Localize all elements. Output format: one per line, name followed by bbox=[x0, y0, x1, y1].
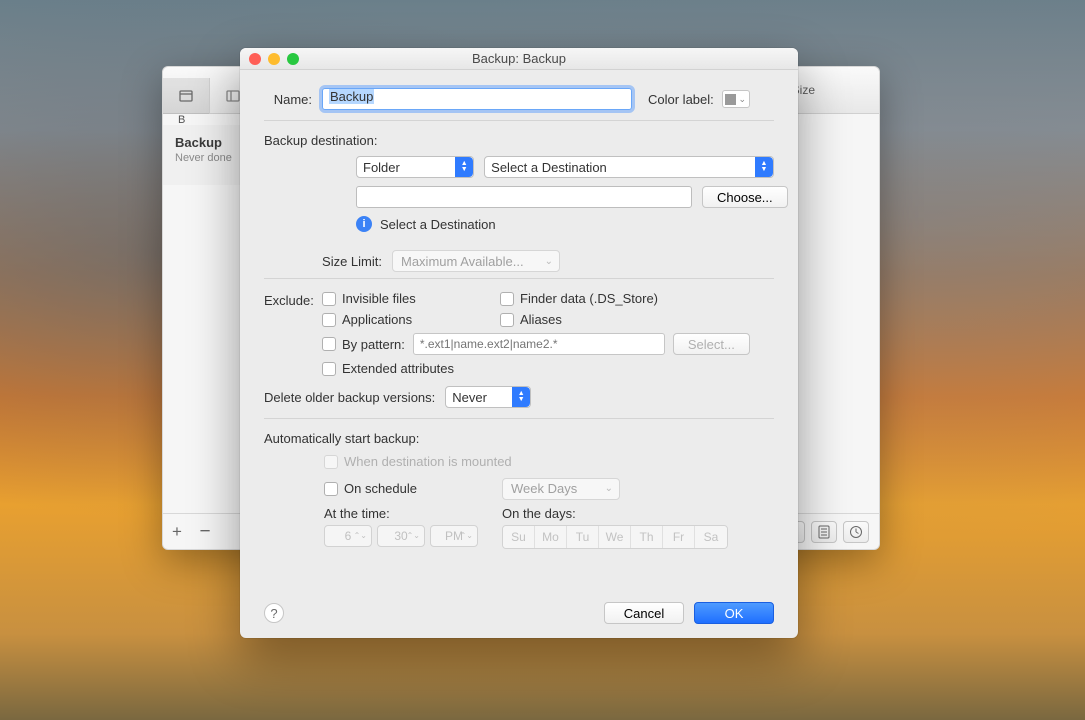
exclude-bypattern-checkbox[interactable]: By pattern: bbox=[322, 337, 405, 352]
add-button[interactable]: + bbox=[163, 522, 191, 542]
destination-select-popup[interactable]: Select a Destination▲▼ bbox=[484, 156, 774, 178]
ok-button[interactable]: OK bbox=[694, 602, 774, 624]
page-icon bbox=[818, 525, 830, 539]
box-icon bbox=[178, 88, 194, 104]
destination-label: Backup destination: bbox=[264, 133, 774, 148]
day-mo[interactable]: Mo bbox=[535, 526, 567, 548]
exclude-label: Exclude: bbox=[264, 291, 322, 308]
sidebar-item-subtitle: Never done bbox=[175, 152, 233, 164]
clock-icon-button[interactable] bbox=[843, 521, 869, 543]
sheet-titlebar: Backup: Backup bbox=[240, 48, 798, 70]
backup-settings-sheet: Backup: Backup Name: Backup Color label:… bbox=[240, 48, 798, 638]
sidebar-item-title: Backup bbox=[175, 135, 233, 150]
day-we[interactable]: We bbox=[599, 526, 631, 548]
exclude-finder-checkbox[interactable]: Finder data (.DS_Store) bbox=[500, 291, 658, 306]
panel-icon bbox=[225, 88, 241, 104]
name-label: Name: bbox=[264, 92, 322, 107]
cancel-button[interactable]: Cancel bbox=[604, 602, 684, 624]
clock-icon bbox=[849, 525, 863, 539]
pattern-select-button[interactable]: Select... bbox=[673, 333, 750, 355]
auto-schedule-checkbox[interactable]: On schedule bbox=[324, 481, 502, 496]
days-segment[interactable]: Su Mo Tu We Th Fr Sa bbox=[502, 525, 728, 549]
auto-mounted-checkbox: When destination is mounted bbox=[324, 454, 512, 469]
delete-versions-label: Delete older backup versions: bbox=[264, 390, 435, 405]
exclude-aliases-checkbox[interactable]: Aliases bbox=[500, 312, 562, 327]
sheet-title: Backup: Backup bbox=[240, 51, 798, 66]
sidebar-item-backup[interactable]: Backup Never done bbox=[163, 125, 245, 174]
sizelimit-label: Size Limit: bbox=[264, 254, 392, 269]
day-fr[interactable]: Fr bbox=[663, 526, 695, 548]
colorlabel-picker[interactable]: ⌄ bbox=[722, 90, 750, 108]
exclude-extended-checkbox[interactable]: Extended attributes bbox=[322, 361, 454, 376]
destination-path-input[interactable] bbox=[356, 186, 692, 208]
info-icon: i bbox=[356, 216, 372, 232]
day-tu[interactable]: Tu bbox=[567, 526, 599, 548]
toolbar-tab-1[interactable] bbox=[163, 78, 210, 114]
day-th[interactable]: Th bbox=[631, 526, 663, 548]
pattern-input[interactable] bbox=[413, 333, 665, 355]
destination-warning: Select a Destination bbox=[380, 217, 496, 232]
attime-label: At the time: bbox=[324, 506, 502, 521]
colorlabel-label: Color label: bbox=[648, 92, 714, 107]
weekdays-popup[interactable]: Week Days bbox=[502, 478, 620, 500]
minute-stepper[interactable]: 30 bbox=[377, 525, 425, 547]
choose-button[interactable]: Choose... bbox=[702, 186, 788, 208]
delete-versions-popup[interactable]: Never▲▼ bbox=[445, 386, 531, 408]
destination-type-popup[interactable]: Folder▲▼ bbox=[356, 156, 474, 178]
color-swatch-gray bbox=[725, 94, 736, 105]
day-sa[interactable]: Sa bbox=[695, 526, 727, 548]
day-su[interactable]: Su bbox=[503, 526, 535, 548]
ondays-label: On the days: bbox=[502, 506, 728, 521]
sizelimit-popup[interactable]: Maximum Available... bbox=[392, 250, 560, 272]
sidebar: Backup Never done bbox=[163, 125, 245, 185]
hour-stepper[interactable]: 6 bbox=[324, 525, 372, 547]
exclude-invisible-checkbox[interactable]: Invisible files bbox=[322, 291, 500, 306]
help-button[interactable]: ? bbox=[264, 603, 284, 623]
remove-button[interactable]: − bbox=[191, 521, 219, 543]
ampm-stepper[interactable]: PM bbox=[430, 525, 478, 547]
page-icon-button[interactable] bbox=[811, 521, 837, 543]
exclude-applications-checkbox[interactable]: Applications bbox=[322, 312, 500, 327]
name-input[interactable]: Backup bbox=[322, 88, 632, 110]
auto-start-label: Automatically start backup: bbox=[264, 431, 774, 446]
